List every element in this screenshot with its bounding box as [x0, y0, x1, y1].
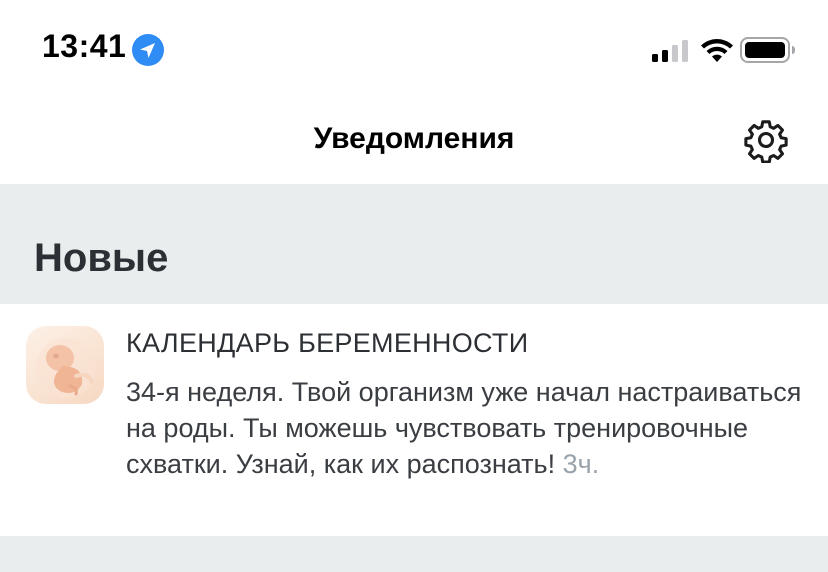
wifi-icon — [701, 39, 733, 62]
notification-text: 34-я неделя. Твой организм уже начал нас… — [126, 377, 802, 479]
embryo-icon — [26, 326, 104, 404]
section-header: Новые — [0, 184, 828, 304]
notification-source: КАЛЕНДАРЬ БЕРЕМЕННОСТИ — [126, 328, 529, 358]
page-title: Уведомления — [313, 122, 515, 155]
settings-button[interactable] — [740, 114, 792, 166]
section-title: Новые — [34, 236, 169, 280]
battery-icon — [740, 37, 795, 63]
location-arrow-icon — [132, 34, 164, 66]
cellular-signal-icon — [652, 40, 688, 62]
notifications-screen: 13:41 Уведомления Новые КАЛЕНДАРЬ БЕРЕМЕ… — [0, 0, 828, 572]
notification-time: 3ч. — [562, 449, 600, 479]
notification-item[interactable]: КАЛЕНДАРЬ БЕРЕМЕННОСТИ 34-я неделя. Твой… — [0, 304, 828, 536]
gear-icon — [744, 120, 788, 163]
nav-header: Уведомления — [0, 100, 828, 184]
status-bar: 13:41 — [0, 0, 828, 100]
status-time: 13:41 — [42, 28, 127, 64]
notification-text-block: 34-я неделя. Твой организм уже начал нас… — [126, 374, 806, 482]
bottom-separator — [0, 536, 828, 572]
